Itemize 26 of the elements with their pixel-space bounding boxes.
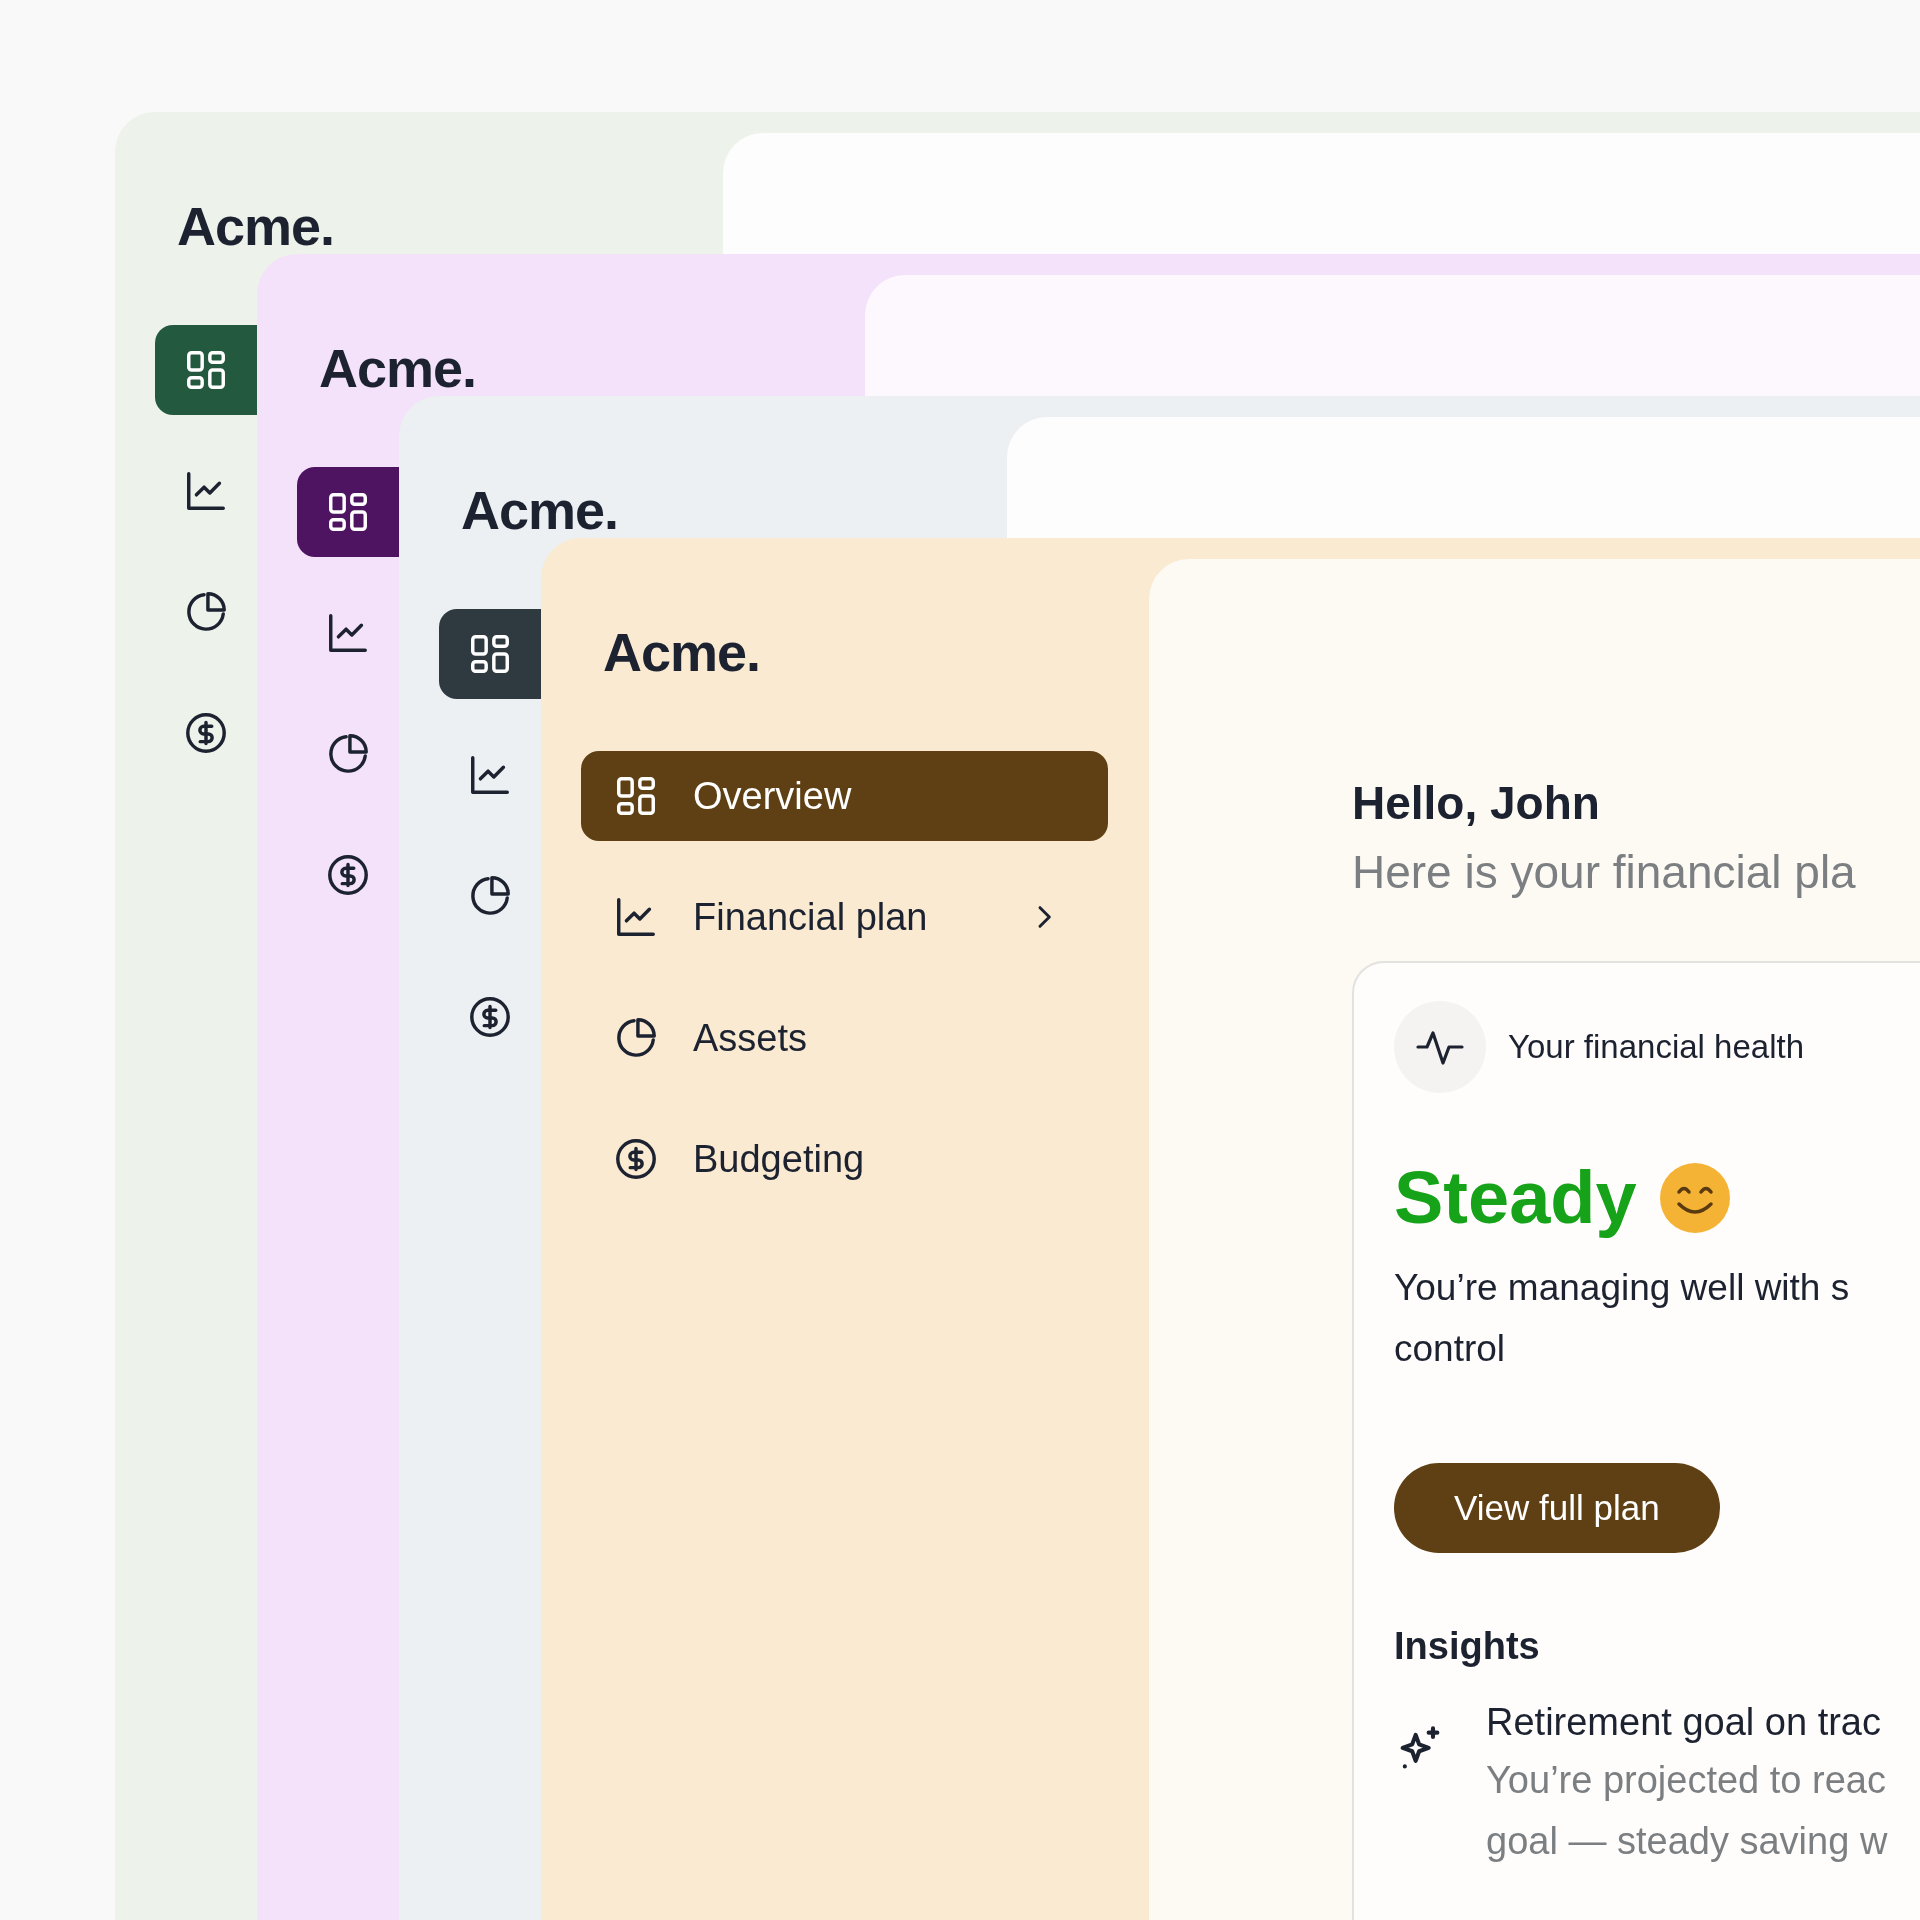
nav-item[interactable]: Financial plan [581, 872, 1108, 962]
nav-item[interactable] [439, 609, 541, 699]
dollar-icon [325, 852, 371, 898]
dollar-icon [467, 994, 513, 1040]
pulse-icon [1394, 1001, 1486, 1093]
logo: Acme. [177, 198, 335, 254]
insight-title: Retirement goal on trac [1486, 1700, 1882, 1745]
insight-text: You’re projected to reac goal — steady saving w [1486, 1758, 1888, 1864]
status-label: Steady [1394, 1155, 1637, 1241]
smiley-icon [1658, 1162, 1731, 1234]
insights-heading: Insights [1394, 1625, 1541, 1668]
logo: Acme. [319, 340, 477, 396]
view-plan-button[interactable]: View full plan [1394, 1463, 1720, 1553]
greeting: Hello, John [1352, 776, 1601, 831]
dollar-icon [183, 710, 229, 756]
logo: Acme. [603, 624, 761, 680]
nav-item[interactable]: Budgeting [581, 1114, 1108, 1204]
logo: Acme. [461, 482, 619, 538]
nav-item[interactable]: Assets [581, 993, 1108, 1083]
nav-item[interactable] [155, 325, 257, 415]
subtitle: Here is your financial pla [1352, 845, 1857, 900]
status-description: You’re managing well with s control [1394, 1266, 1851, 1371]
card-title: Your financial health [1508, 1028, 1804, 1066]
dollar-icon [613, 1136, 659, 1182]
nav-item[interactable]: Overview [581, 751, 1108, 841]
nav-item[interactable] [297, 467, 399, 557]
